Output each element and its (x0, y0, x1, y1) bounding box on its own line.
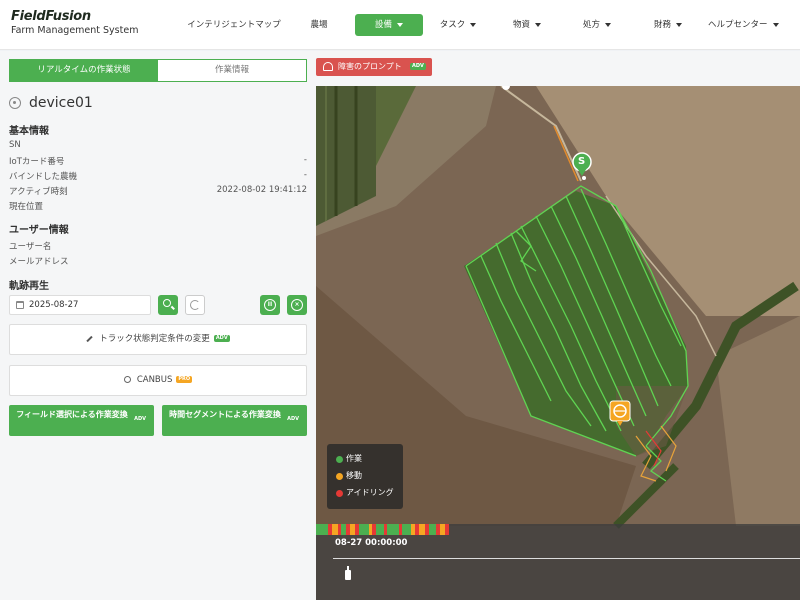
timeline-handle[interactable] (345, 566, 351, 580)
start-marker-label: S (578, 156, 586, 167)
nav-item-help-center[interactable]: ヘルプセンター (708, 14, 779, 36)
calendar-icon (16, 301, 24, 309)
map-panel: 障害のプロンプト ADV S 作業 移動 アイドリング 08-27 00:00:… (316, 51, 800, 600)
nav-item-supplies[interactable]: 物資 (509, 14, 545, 36)
chevron-down-icon (772, 22, 779, 27)
timeline-track[interactable] (333, 558, 800, 559)
alarm-icon (323, 62, 333, 71)
nav-item-smart-map[interactable]: インテリジェントマップ (186, 14, 282, 36)
device-panel: リアルタイムの作業状態 作業情報 device01 基本情報 SN IoTカード… (0, 51, 316, 600)
info-row-email: メールアドレス (9, 255, 307, 269)
legend-dot (336, 473, 343, 480)
nav-label: インテリジェントマップ (187, 20, 281, 30)
search-button[interactable] (158, 295, 178, 315)
field-select-convert-label: フィールド選択による作業変換 (16, 410, 128, 419)
adv-badge: ADV (410, 63, 426, 70)
canbus-content: CANBUS PRO (10, 366, 306, 395)
field-select-convert-button[interactable]: フィールド選択による作業変換 ADV (9, 405, 154, 436)
app-header: FieldFusion Farm Management System インテリジ… (0, 0, 800, 50)
info-row-active-time: アクティブ時刻 2022-08-02 19:41:12 (9, 185, 307, 199)
nav-item-farm[interactable]: 農場 (302, 14, 336, 36)
nav-item-equipment[interactable]: 設備 (355, 14, 423, 36)
info-row-bound-machine: バインドした農機 - (9, 170, 307, 184)
nav-item-tasks[interactable]: タスク (436, 14, 480, 36)
track-condition-label: トラック状態判定条件の変更 (99, 334, 210, 344)
info-label: メールアドレス (9, 257, 69, 267)
device-name: device01 (29, 95, 93, 111)
canbus-label: CANBUS (136, 375, 173, 385)
date-picker[interactable]: 2025-08-27 (9, 295, 151, 315)
legend-label: 作業 (346, 454, 362, 463)
legend-label: 移動 (346, 471, 362, 480)
close-playback-button[interactable]: × (287, 295, 307, 315)
info-label: 現在位置 (9, 202, 44, 212)
info-label: バインドした農機 (9, 172, 78, 182)
device-target-icon (9, 97, 21, 109)
canbus-button[interactable]: CANBUS PRO (9, 365, 307, 396)
adv-badge: ADV (134, 416, 146, 422)
nav-label: 処方 (582, 20, 600, 30)
info-value: 2022-08-02 19:41:12 (216, 185, 307, 195)
tab-work-info[interactable]: 作業情報 (158, 60, 306, 81)
pause-button[interactable]: II (260, 295, 280, 315)
search-icon (163, 299, 171, 307)
edit-icon (86, 335, 93, 342)
close-icon: × (291, 299, 303, 311)
legend-dot (336, 490, 343, 497)
chevron-down-icon (605, 22, 611, 27)
info-label: アクティブ時刻 (9, 187, 68, 197)
map-imagery (316, 86, 800, 600)
chevron-down-icon (535, 22, 541, 27)
adv-badge: ADV (213, 335, 230, 342)
basic-info-title: 基本情報 (9, 126, 49, 137)
info-row-username: ユーザー名 (9, 240, 307, 254)
info-value: - (303, 155, 307, 165)
info-row-sn: SN (9, 140, 307, 154)
info-row-location: 現在位置 (9, 200, 307, 214)
fault-prompt-button[interactable]: 障害のプロンプト ADV (316, 58, 432, 76)
tab-realtime-status[interactable]: リアルタイムの作業状態 (10, 60, 158, 81)
time-segment-convert-label: 時間セグメントによる作業変換 (169, 410, 281, 419)
user-info-title: ユーザー情報 (9, 225, 69, 236)
target-icon (123, 376, 131, 383)
info-value: - (303, 170, 307, 180)
main-nav: インテリジェントマップ 農場 設備 タスク 物資 処方 財務 ヘルプセンター (0, 14, 800, 36)
timeline-time: 08-27 00:00:00 (335, 538, 408, 548)
nav-label: ヘルプセンター (708, 20, 768, 30)
playback-timeline: 08-27 00:00:00 (316, 524, 800, 600)
track-condition-content: トラック状態判定条件の変更 ADV (10, 325, 306, 354)
satellite-map[interactable]: S 作業 移動 アイドリング 08-27 00:00:00 (316, 86, 800, 600)
nav-item-prescription[interactable]: 処方 (579, 14, 615, 36)
info-row-iot-card: IoTカード番号 - (9, 155, 307, 169)
date-value: 2025-08-27 (29, 300, 79, 310)
nav-label: 物資 (512, 20, 530, 30)
info-label: ユーザー名 (9, 242, 52, 252)
refresh-button[interactable] (185, 295, 205, 315)
nav-label: 設備 (374, 20, 392, 30)
track-condition-button[interactable]: トラック状態判定条件の変更 ADV (9, 324, 307, 355)
adv-badge: ADV (287, 416, 299, 422)
info-label: IoTカード番号 (9, 157, 65, 167)
legend-dot (336, 456, 343, 463)
panel-tabs: リアルタイムの作業状態 作業情報 (9, 59, 307, 82)
nav-label: 財務 (653, 20, 671, 30)
timeline-segments[interactable] (316, 524, 449, 535)
info-label: SN (9, 140, 21, 150)
chevron-down-icon (676, 22, 682, 27)
nav-label: タスク (439, 20, 466, 30)
time-segment-convert-button[interactable]: 時間セグメントによる作業変換 ADV (162, 405, 307, 436)
refresh-icon (190, 300, 200, 310)
playback-title: 軌跡再生 (9, 281, 49, 292)
legend-label: アイドリング (346, 488, 394, 497)
pause-icon: II (264, 299, 276, 311)
chevron-down-icon (470, 22, 477, 27)
nav-item-finance[interactable]: 財務 (650, 14, 686, 36)
map-legend: 作業 移動 アイドリング (327, 444, 403, 509)
fault-prompt-label: 障害のプロンプト (338, 62, 402, 71)
chevron-down-icon (397, 22, 403, 27)
nav-label: 農場 (310, 20, 328, 30)
pro-badge: PRO (176, 376, 193, 383)
